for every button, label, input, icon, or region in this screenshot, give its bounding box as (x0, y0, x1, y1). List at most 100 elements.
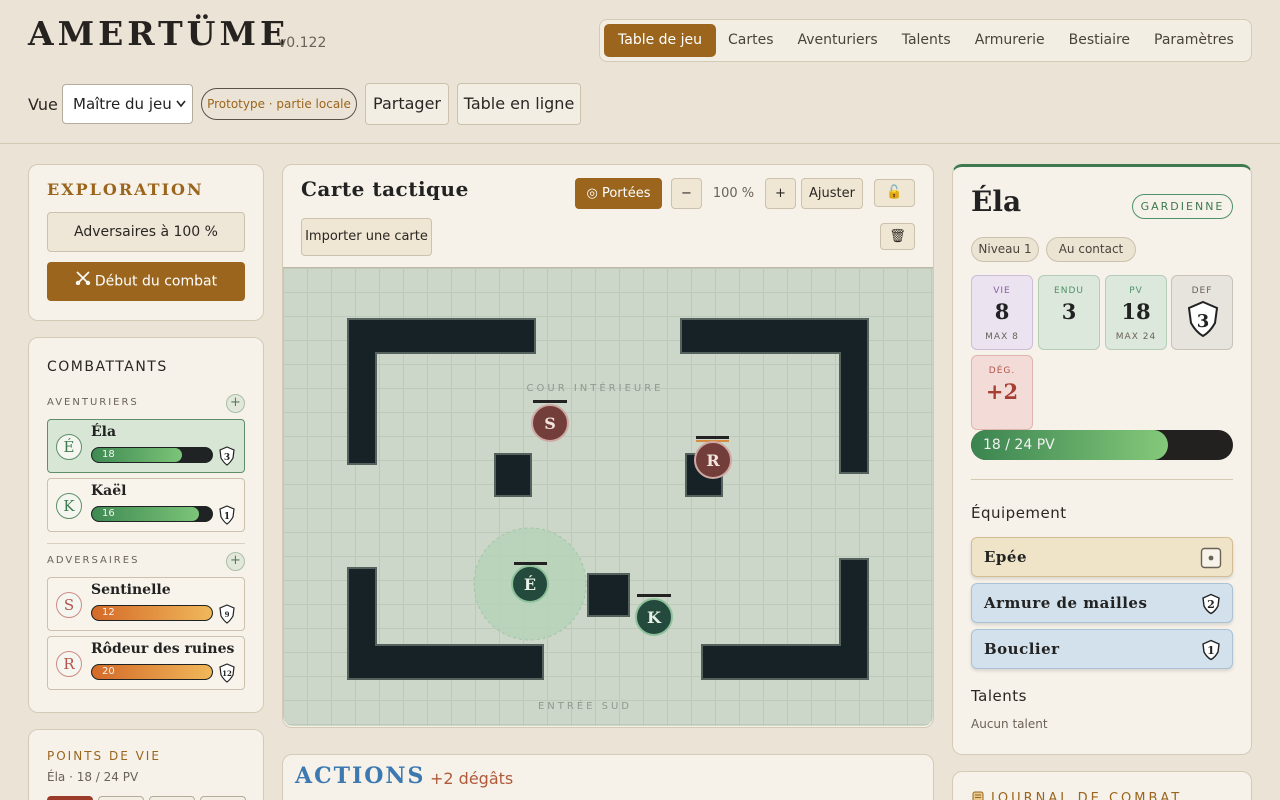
plus-icon: + (230, 553, 241, 568)
online-table-button[interactable]: Table en ligne (457, 83, 581, 125)
nav-bestiary[interactable]: Bestiaire (1057, 24, 1142, 57)
combatant-initial: R (56, 651, 82, 677)
stat-deg: DÉG. +2 (971, 355, 1033, 430)
equipment-item-shield[interactable]: Bouclier 1 (971, 629, 1233, 669)
combatant-card-rodeur[interactable]: R Rôdeur des ruines 20 12 (47, 636, 245, 690)
stat-label: PV (1129, 286, 1143, 296)
adversaries-label: ADVERSAIRES (47, 555, 140, 566)
shield-icon: 1 (218, 505, 236, 525)
add-adversary-button[interactable]: + (226, 552, 245, 571)
stat-label: ENDU (1054, 286, 1084, 296)
zoom-level: 100 % (712, 186, 755, 201)
defense-value: 1 (224, 512, 230, 522)
stat-label: DÉG. (988, 366, 1016, 376)
armor-value: 2 (1207, 598, 1215, 611)
hp-option-button[interactable] (200, 796, 246, 800)
hp-bar: 20 (91, 664, 213, 680)
combatant-card-ela[interactable]: É Éla 18 3 (47, 419, 245, 473)
weapon-slot-icon (1200, 547, 1222, 569)
range-tag: Au contact (1046, 237, 1136, 262)
equipment-item-chainmail[interactable]: Armure de mailles 2 (971, 583, 1233, 623)
hitpoints-panel: POINTS DE VIE Éla · 18 / 24 PV (28, 729, 264, 800)
hitpoints-title: POINTS DE VIE (47, 749, 161, 763)
actions-title: ACTIONS (295, 763, 426, 789)
ranges-button[interactable]: ◎ Portées (575, 178, 662, 209)
hp-option-button[interactable] (98, 796, 144, 800)
character-hp-bar: 18 / 24 PV (971, 430, 1233, 460)
nav-talents[interactable]: Talents (890, 24, 963, 57)
combat-log-title: JOURNAL DE COMBAT (971, 790, 1182, 800)
equipment-name: Armure de mailles (984, 594, 1148, 612)
character-panel: Éla GARDIENNE Niveau 1 Au contact VIE 8 … (952, 164, 1252, 755)
map-canvas[interactable]: COUR INTÉRIEURE ENTRÉE SUD S R É K (283, 267, 933, 726)
combatant-initial: K (56, 493, 82, 519)
stat-max: MAX 8 (985, 332, 1019, 342)
trash-icon[interactable]: 🗑 (880, 223, 915, 250)
import-map-button[interactable]: Importer une carte (301, 218, 432, 256)
app-version: v0.122 (278, 35, 327, 51)
talents-title: Talents (971, 687, 1027, 705)
combatant-name: Rôdeur des ruines (91, 641, 235, 657)
share-button[interactable]: Partager (365, 83, 449, 125)
stat-pv: PV 18 MAX 24 (1105, 275, 1167, 350)
token-initial: É (524, 574, 536, 594)
add-adventurer-button[interactable]: + (226, 394, 245, 413)
combatant-name: Éla (91, 424, 117, 440)
nav-settings[interactable]: Paramètres (1142, 24, 1246, 57)
unlock-icon[interactable]: 🔓 (874, 179, 915, 207)
start-combat-button[interactable]: Début du combat (47, 262, 245, 301)
equipment-item-sword[interactable]: Epée (971, 537, 1233, 577)
hp-option-button[interactable] (149, 796, 195, 800)
equipment-name: Bouclier (984, 640, 1060, 658)
stat-value: 3 (1197, 311, 1210, 332)
shield-icon: 3 (1187, 300, 1219, 338)
combat-log-panel: JOURNAL DE COMBAT (952, 771, 1252, 800)
map-layer: COUR INTÉRIEURE ENTRÉE SUD S R É K (347, 318, 869, 712)
token-initial: S (544, 414, 556, 433)
divider (47, 543, 245, 544)
hitpoints-subtitle: Éla · 18 / 24 PV (47, 770, 139, 784)
view-label: Vue (28, 95, 58, 114)
combatants-title: COMBATTANTS (47, 359, 168, 375)
shield-icon: 9 (218, 604, 236, 624)
zoom-in-button[interactable]: + (765, 178, 796, 209)
combatant-name: Sentinelle (91, 582, 171, 598)
combatant-card-sentinelle[interactable]: S Sentinelle 12 9 (47, 577, 245, 631)
adversaries-scale-button[interactable]: Adversaires à 100 % (47, 212, 245, 252)
view-select-value: Maître du jeu (73, 95, 172, 113)
wall (701, 558, 869, 680)
token-rodeur: R (694, 436, 732, 479)
combatant-card-kael[interactable]: K Kaël 16 1 (47, 478, 245, 532)
nav-armory[interactable]: Armurerie (963, 24, 1057, 57)
stat-label: DEF (1191, 286, 1213, 296)
combatant-initial: É (56, 434, 82, 460)
adventurers-label: AVENTURIERS (47, 397, 139, 408)
top-bar: AMERTÜME v0.122 Table de jeu Cartes Aven… (0, 0, 1280, 144)
stat-max: MAX 24 (1115, 332, 1157, 342)
token-kael: K (635, 594, 673, 636)
token-initial: R (706, 451, 720, 470)
stat-value: 18 (1121, 299, 1151, 324)
combatant-initial: S (56, 592, 82, 618)
armor-value: 1 (1207, 644, 1215, 657)
stat-endu: ENDU 3 (1038, 275, 1100, 350)
equipment-title: Équipement (971, 504, 1067, 522)
stat-def: DEF 3 (1171, 275, 1233, 350)
hp-value: 16 (102, 508, 115, 519)
nav-adventurers[interactable]: Aventuriers (786, 24, 890, 57)
pillar (587, 573, 630, 617)
nav-maps[interactable]: Cartes (716, 24, 786, 57)
stat-value: 8 (994, 299, 1010, 324)
shield-icon: 3 (218, 446, 236, 466)
hp-option-button[interactable] (47, 796, 93, 800)
zoom-out-button[interactable]: − (671, 178, 702, 209)
shield-icon: 12 (218, 663, 236, 683)
token-sentinelle: S (531, 400, 569, 442)
map-label-entrance: ENTRÉE SUD (538, 699, 632, 712)
wall (347, 318, 536, 465)
nav-game-table[interactable]: Table de jeu (604, 24, 716, 57)
view-select[interactable]: Maître du jeu (62, 84, 193, 124)
combatants-panel: COMBATTANTS AVENTURIERS + É Éla 18 3 K K… (28, 337, 264, 713)
fit-button[interactable]: Ajuster (801, 178, 863, 209)
class-badge: GARDIENNE (1132, 194, 1233, 219)
